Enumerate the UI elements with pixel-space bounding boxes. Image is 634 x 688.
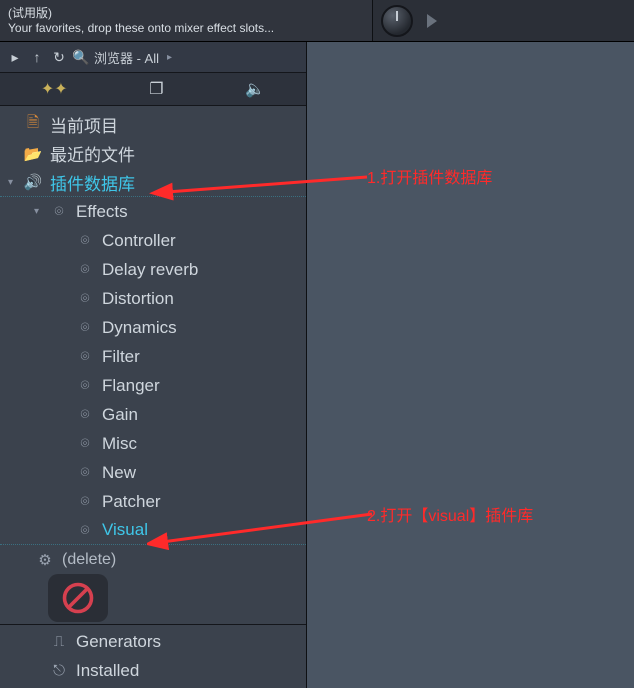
chevron-right-icon[interactable]: ▸ (163, 52, 176, 63)
plugin-icon: ⌾ (76, 290, 94, 307)
plugin-icon: ⌾ (50, 203, 68, 220)
browser-toolbar: ✦✦ ❐ 🔈 (0, 72, 306, 106)
tree-plugin-database[interactable]: ▾ 🔊 插件数据库 (0, 168, 306, 197)
tree-effect-dynamics[interactable]: ⌾ Dynamics (0, 313, 306, 342)
tree-effect-new[interactable]: ⌾ New (0, 458, 306, 487)
plugin-icon: ⌾ (76, 261, 94, 278)
annotation-2: 2.打开【visual】插件库 (367, 502, 533, 526)
tree-label: Filter (102, 347, 140, 367)
tree-label: Generators (76, 632, 161, 652)
browser-header: ▸ ↑ ↻ 🔍 浏览器 - All ▸ (0, 42, 306, 72)
tree-label: Dynamics (102, 318, 177, 338)
tree-label: 插件数据库 (50, 170, 135, 195)
workspace-canvas: 1.打开插件数据库 2.打开【visual】插件库 (307, 42, 634, 688)
tree-installed[interactable]: ⎋ Installed (0, 656, 306, 685)
plugin-icon: ⌾ (76, 377, 94, 394)
speaker-icon: 🔊 (24, 173, 42, 191)
browser-panel: ▸ ↑ ↻ 🔍 浏览器 - All ▸ ✦✦ ❐ 🔈 🗎 当前项目 📂 最近的文… (0, 42, 307, 688)
tree-label: Gain (102, 405, 138, 425)
plugin-icon: ⌾ (76, 522, 94, 539)
tree-effect-gain[interactable]: ⌾ Gain (0, 400, 306, 429)
plugin-icon: ⌾ (76, 319, 94, 336)
waveform-icon: ⎍ (50, 633, 68, 650)
tree-recent-files[interactable]: 📂 最近的文件 (0, 139, 306, 168)
browser-title: 浏览器 - All (94, 48, 159, 67)
tree-delete[interactable]: ⚙ (delete) (0, 545, 306, 574)
folder-open-icon: 📂 (24, 145, 42, 163)
tree-effect-patcher[interactable]: ⌾ Patcher (0, 487, 306, 516)
gear-icon: ⚙ (36, 551, 54, 569)
documents-icon[interactable]: ❐ (149, 79, 163, 99)
tree-label: Effects (76, 202, 128, 222)
expander-icon[interactable]: ▾ (8, 177, 16, 188)
tree-label: Delay reverb (102, 260, 198, 280)
tree-effect-delay-reverb[interactable]: ⌾ Delay reverb (0, 255, 306, 284)
tree-label: 当前项目 (50, 112, 118, 137)
tree-effect-controller[interactable]: ⌾ Controller (0, 226, 306, 255)
search-icon[interactable]: 🔍 (72, 49, 90, 66)
link-icon: ⎋ (50, 662, 68, 679)
tree-label: Visual (102, 520, 148, 540)
tree-label: 最近的文件 (50, 141, 135, 166)
tree-effect-visual[interactable]: ⌾ Visual (0, 516, 306, 545)
tree-label: Flanger (102, 376, 160, 396)
browser-tree: 🗎 当前项目 📂 最近的文件 ▾ 🔊 插件数据库 ▾ ⌾ Effects ⌾ Co… (0, 106, 306, 688)
tree-effect-distortion[interactable]: ⌾ Distortion (0, 284, 306, 313)
plugin-icon: ⌾ (76, 232, 94, 249)
tree-label: Installed (76, 661, 139, 681)
annotation-1: 1.打开插件数据库 (367, 164, 492, 188)
document-icon: 🗎 (24, 112, 42, 137)
speaker-icon[interactable]: 🔈 (245, 79, 265, 99)
plugin-icon: ⌾ (76, 493, 94, 510)
tree-effect-filter[interactable]: ⌾ Filter (0, 342, 306, 371)
title-bar: (试用版) Your favorites, drop these onto mi… (0, 0, 634, 42)
hint-box: (试用版) Your favorites, drop these onto mi… (0, 0, 373, 41)
transport-area (373, 0, 634, 41)
volume-knob[interactable] (381, 5, 413, 37)
collapse-icon[interactable]: ▸ (6, 49, 24, 66)
tree-generators[interactable]: ⎍ Generators (0, 627, 306, 656)
tree-label: Misc (102, 434, 137, 454)
tree-effect-flanger[interactable]: ⌾ Flanger (0, 371, 306, 400)
tree-label: Distortion (102, 289, 174, 309)
tree-effects[interactable]: ▾ ⌾ Effects (0, 197, 306, 226)
plugin-icon: ⌾ (76, 464, 94, 481)
plugin-icon: ⌾ (76, 406, 94, 423)
tree-label: (delete) (62, 551, 116, 569)
tree-label: New (102, 463, 136, 483)
plugin-icon: ⌾ (76, 435, 94, 452)
tree-label: Patcher (102, 492, 161, 512)
tree-label: Controller (102, 231, 176, 251)
plugin-icon: ⌾ (76, 348, 94, 365)
favorites-icon[interactable]: ✦✦ (41, 79, 68, 99)
tree-current-project[interactable]: 🗎 当前项目 (0, 110, 306, 139)
hint-title: (试用版) (8, 4, 364, 21)
reload-icon[interactable]: ↻ (50, 49, 68, 66)
play-icon[interactable] (427, 14, 437, 28)
tree-effect-misc[interactable]: ⌾ Misc (0, 429, 306, 458)
prohibit-badge (48, 574, 108, 622)
hint-text: Your favorites, drop these onto mixer ef… (8, 21, 364, 35)
back-icon[interactable]: ↑ (28, 49, 46, 65)
expander-icon[interactable]: ▾ (34, 206, 42, 217)
prohibit-icon (60, 580, 96, 616)
